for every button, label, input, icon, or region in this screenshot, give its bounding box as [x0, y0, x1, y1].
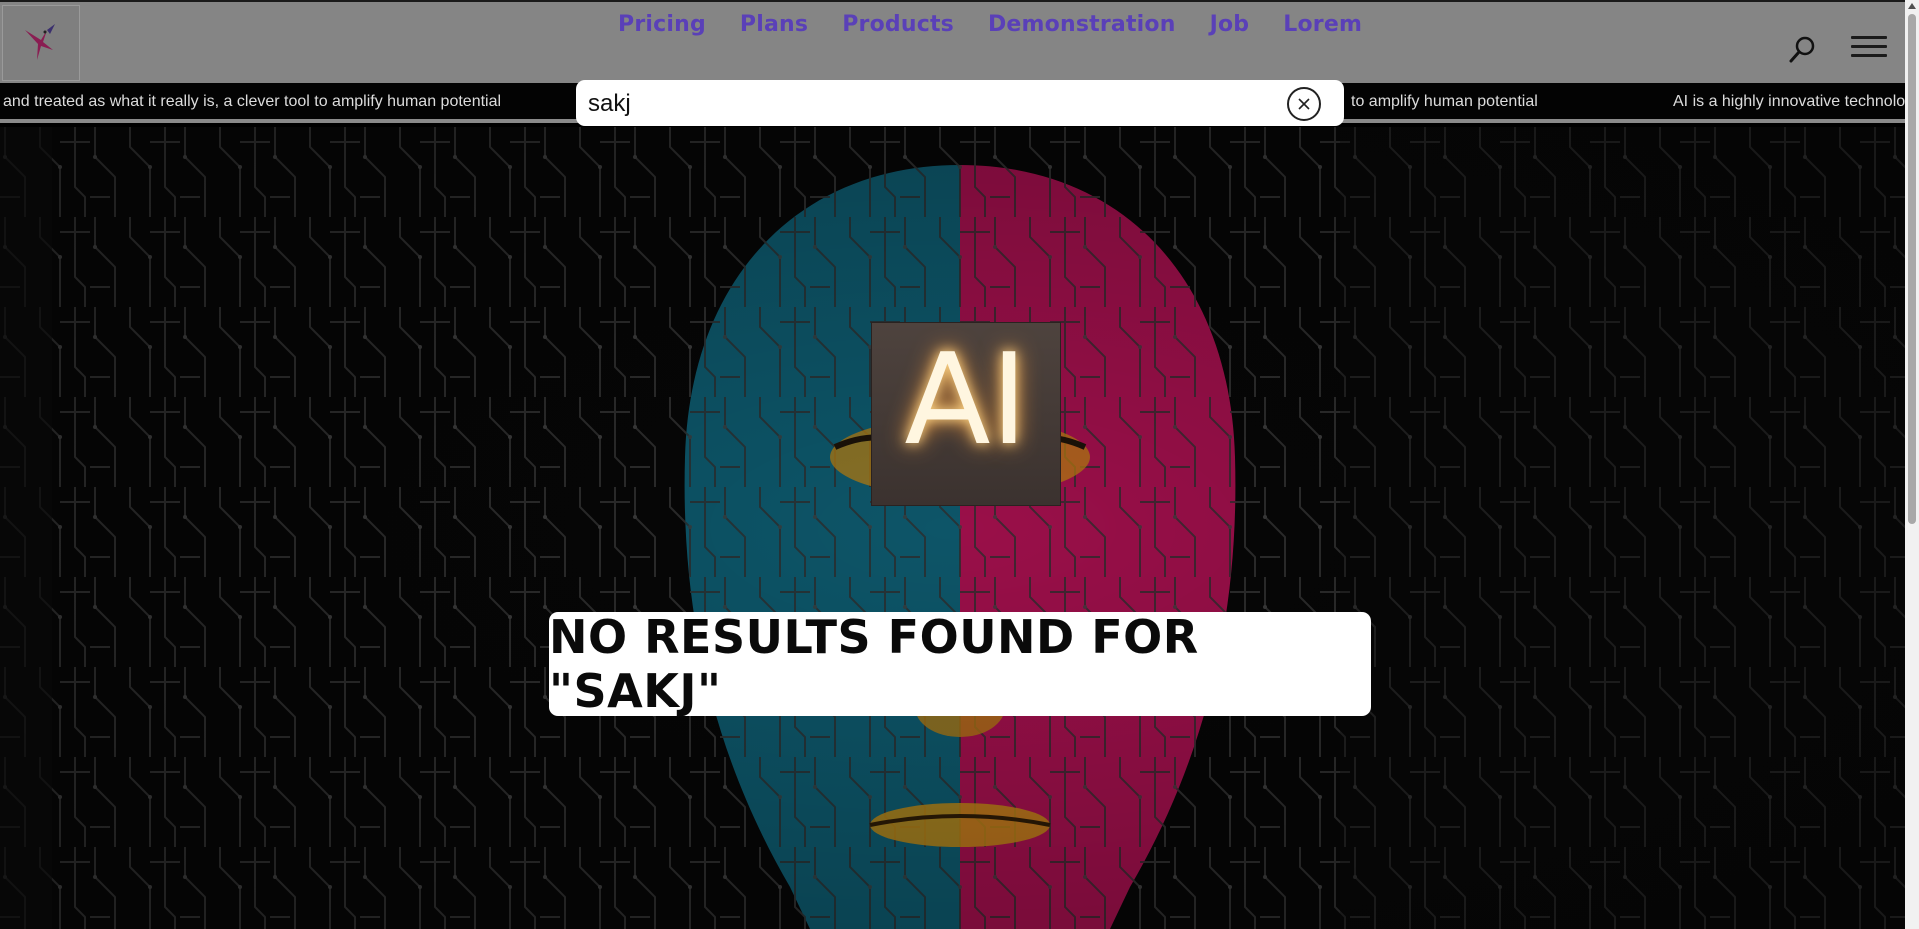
ai-chip: AI: [871, 322, 1061, 506]
nav-demonstration[interactable]: Demonstration: [988, 12, 1176, 37]
nav-plans[interactable]: Plans: [740, 12, 808, 37]
nav-job[interactable]: Job: [1210, 12, 1250, 37]
hero-background-image: [0, 127, 1905, 929]
scroll-up-arrow-icon[interactable]: [1908, 3, 1916, 9]
site-header: Pricing Plans Products Demonstration Job…: [0, 0, 1905, 83]
nav-lorem[interactable]: Lorem: [1283, 12, 1362, 37]
hero-section: AI NO RESULTS FOUND FOR "SAKJ": [0, 127, 1905, 929]
ticker-item: to amplify human potential: [1351, 93, 1538, 110]
main-nav: Pricing Plans Products Demonstration Job…: [618, 12, 1362, 37]
ticker-item: AI is a highly innovative technolo: [1673, 93, 1905, 110]
nav-pricing[interactable]: Pricing: [618, 12, 706, 37]
search-bar: [576, 80, 1344, 126]
search-icon: [1789, 36, 1815, 63]
clear-search-button[interactable]: [1287, 87, 1321, 121]
scroll-thumb[interactable]: [1908, 14, 1916, 524]
search-input[interactable]: [586, 85, 1270, 123]
search-button[interactable]: [1786, 34, 1818, 66]
menu-button[interactable]: [1851, 36, 1887, 58]
ticker-item: and treated as what it really is, a clev…: [3, 93, 502, 110]
chip-label: AI: [904, 326, 1028, 473]
hamburger-menu-icon: [1851, 36, 1887, 39]
no-results-message: NO RESULTS FOUND FOR "SAKJ": [549, 610, 1371, 718]
close-circle-icon: [1298, 98, 1310, 110]
hummingbird-logo[interactable]: [2, 5, 80, 81]
nav-products[interactable]: Products: [842, 12, 954, 37]
no-results-text: NO RESULTS FOUND FOR "SAKJ": [549, 610, 1199, 718]
page-scrollbar[interactable]: [1905, 0, 1919, 929]
